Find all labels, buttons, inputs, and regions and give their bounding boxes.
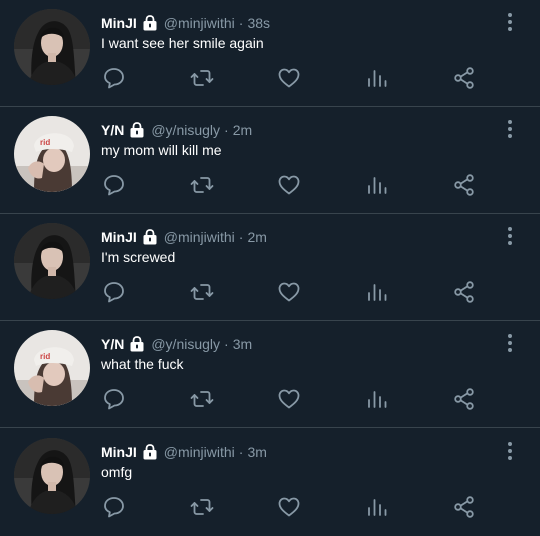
more-icon[interactable]: [500, 439, 520, 463]
share-icon[interactable]: [452, 66, 476, 90]
display-name[interactable]: Y/N: [101, 122, 124, 138]
retweet-icon[interactable]: [190, 173, 214, 197]
stats-icon[interactable]: [365, 495, 389, 519]
tweet-header: MinJI @minjiwithi · 38s: [101, 13, 270, 33]
user-handle[interactable]: @minjiwithi: [164, 229, 235, 245]
timestamp[interactable]: 2m: [233, 122, 252, 138]
share-icon[interactable]: [452, 495, 476, 519]
action-bar: [0, 384, 540, 414]
separator: ·: [224, 122, 229, 138]
tweet-text: I'm screwed: [101, 249, 176, 265]
lock-icon: [129, 336, 145, 352]
user-handle[interactable]: @y/nisugly: [151, 336, 220, 352]
tweet-text: what the fuck: [101, 356, 184, 372]
separator: ·: [224, 336, 229, 352]
tweet-header: MinJI @minjiwithi · 2m: [101, 227, 267, 247]
share-icon[interactable]: [452, 387, 476, 411]
stats-icon[interactable]: [365, 387, 389, 411]
tweet-header: Y/N @y/nisugly · 3m: [101, 334, 252, 354]
heart-icon[interactable]: [277, 495, 301, 519]
more-icon[interactable]: [500, 10, 520, 34]
tweet-item[interactable]: MinJI @minjiwithi · 38s I want see her s…: [0, 0, 540, 107]
share-icon[interactable]: [452, 173, 476, 197]
display-name[interactable]: MinJI: [101, 15, 137, 31]
display-name[interactable]: MinJI: [101, 444, 137, 460]
retweet-icon[interactable]: [190, 387, 214, 411]
tweet-header: Y/N @y/nisugly · 2m: [101, 120, 252, 140]
timestamp[interactable]: 3m: [233, 336, 252, 352]
tweet-item[interactable]: MinJI @minjiwithi · 2m I'm screwed: [0, 214, 540, 321]
tweet-item[interactable]: Y/N @y/nisugly · 2m my mom will kill me: [0, 107, 540, 214]
display-name[interactable]: MinJI: [101, 229, 137, 245]
user-handle[interactable]: @minjiwithi: [164, 15, 235, 31]
heart-icon[interactable]: [277, 280, 301, 304]
tweet-text: omfg: [101, 464, 133, 480]
display-name[interactable]: Y/N: [101, 336, 124, 352]
tweet-item[interactable]: Y/N @y/nisugly · 3m what the fuck: [0, 321, 540, 428]
action-bar: [0, 63, 540, 93]
lock-icon: [129, 122, 145, 138]
tweet-feed: MinJI @minjiwithi · 38s I want see her s…: [0, 0, 540, 536]
separator: ·: [238, 15, 244, 31]
tweet-text: my mom will kill me: [101, 142, 222, 158]
lock-icon: [142, 444, 158, 460]
user-handle[interactable]: @y/nisugly: [151, 122, 220, 138]
lock-icon: [142, 15, 158, 31]
more-icon[interactable]: [500, 117, 520, 141]
heart-icon[interactable]: [277, 387, 301, 411]
action-bar: [0, 170, 540, 200]
action-bar: [0, 277, 540, 307]
timestamp[interactable]: 3m: [247, 444, 266, 460]
lock-icon: [142, 229, 158, 245]
action-bar: [0, 492, 540, 522]
separator: ·: [238, 444, 244, 460]
more-icon[interactable]: [500, 224, 520, 248]
user-handle[interactable]: @minjiwithi: [164, 444, 235, 460]
tweet-header: MinJI @minjiwithi · 3m: [101, 442, 267, 462]
reply-icon[interactable]: [102, 66, 126, 90]
stats-icon[interactable]: [365, 280, 389, 304]
reply-icon[interactable]: [102, 495, 126, 519]
share-icon[interactable]: [452, 280, 476, 304]
separator: ·: [238, 229, 244, 245]
retweet-icon[interactable]: [190, 495, 214, 519]
more-icon[interactable]: [500, 331, 520, 355]
stats-icon[interactable]: [365, 66, 389, 90]
retweet-icon[interactable]: [190, 280, 214, 304]
tweet-text: I want see her smile again: [101, 35, 264, 51]
reply-icon[interactable]: [102, 280, 126, 304]
retweet-icon[interactable]: [190, 66, 214, 90]
timestamp[interactable]: 2m: [247, 229, 266, 245]
heart-icon[interactable]: [277, 66, 301, 90]
tweet-item[interactable]: MinJI @minjiwithi · 3m omfg: [0, 429, 540, 536]
reply-icon[interactable]: [102, 387, 126, 411]
heart-icon[interactable]: [277, 173, 301, 197]
stats-icon[interactable]: [365, 173, 389, 197]
timestamp[interactable]: 38s: [247, 15, 270, 31]
reply-icon[interactable]: [102, 173, 126, 197]
